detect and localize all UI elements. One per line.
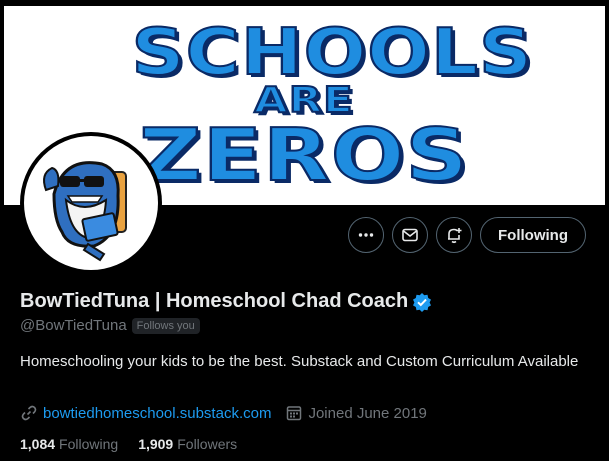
notify-button[interactable] (436, 217, 473, 253)
following-stat[interactable]: 1,084 Following (20, 436, 118, 452)
bell-plus-icon (448, 228, 462, 244)
followers-count: 1,909 (138, 436, 174, 452)
following-label: Following (59, 436, 119, 452)
profile-header: SCHOOLS ARE ZEROS Following BowTiedTuna … (0, 0, 609, 461)
handle-row: @BowTiedTuna Follows you (20, 317, 200, 334)
follows-you-badge: Follows you (131, 317, 200, 334)
message-button[interactable] (392, 217, 429, 253)
calendar-icon (287, 406, 302, 421)
name-row: BowTiedTuna | Homeschool Chad Coach (20, 290, 432, 313)
verified-badge-icon[interactable] (412, 292, 432, 312)
profile-meta: bowtiedhomeschool.substack.com Joined Ju… (20, 404, 427, 422)
banner-line-1: SCHOOLS (130, 16, 534, 90)
link-icon (21, 405, 37, 421)
followers-label: Followers (177, 436, 238, 452)
shark-mascot-icon (43, 161, 127, 262)
profile-stats: 1,084 Following 1,909 Followers (20, 436, 237, 452)
profile-actions: Following (348, 217, 586, 253)
joined-date: Joined June 2019 (308, 404, 427, 422)
profile-bio: Homeschooling your kids to be the best. … (20, 353, 579, 370)
envelope-icon (402, 228, 418, 242)
following-count: 1,084 (20, 436, 56, 452)
more-dots-icon (358, 233, 374, 237)
followers-stat[interactable]: 1,909 Followers (138, 436, 237, 452)
avatar-image (24, 136, 158, 270)
following-button[interactable]: Following (480, 217, 586, 253)
more-button[interactable] (348, 217, 385, 253)
handle: @BowTiedTuna (20, 317, 127, 334)
joined-item: Joined June 2019 (285, 404, 427, 422)
website-link[interactable]: bowtiedhomeschool.substack.com (43, 405, 271, 422)
display-name: BowTiedTuna | Homeschool Chad Coach (20, 290, 409, 312)
website-item[interactable]: bowtiedhomeschool.substack.com (20, 404, 271, 422)
avatar[interactable] (20, 132, 162, 274)
banner-line-3: ZEROS (138, 113, 469, 197)
